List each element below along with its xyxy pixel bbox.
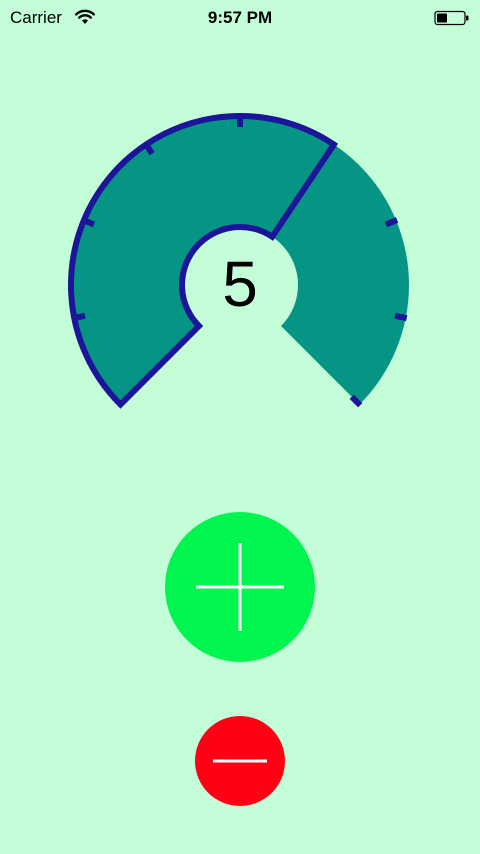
- gauge-tick: [394, 312, 408, 322]
- gauge-tick: [81, 217, 96, 228]
- minus-icon: [213, 759, 267, 763]
- gauge-value: 5: [222, 248, 258, 320]
- increment-button[interactable]: [165, 512, 315, 662]
- gauge-tick: [384, 217, 399, 228]
- gauge-tick: [72, 312, 86, 322]
- decrement-button[interactable]: [195, 716, 285, 806]
- screen: Carrier 9:57 PM 5: [0, 0, 480, 854]
- gauge: [68, 113, 409, 409]
- plus-icon: [196, 543, 284, 631]
